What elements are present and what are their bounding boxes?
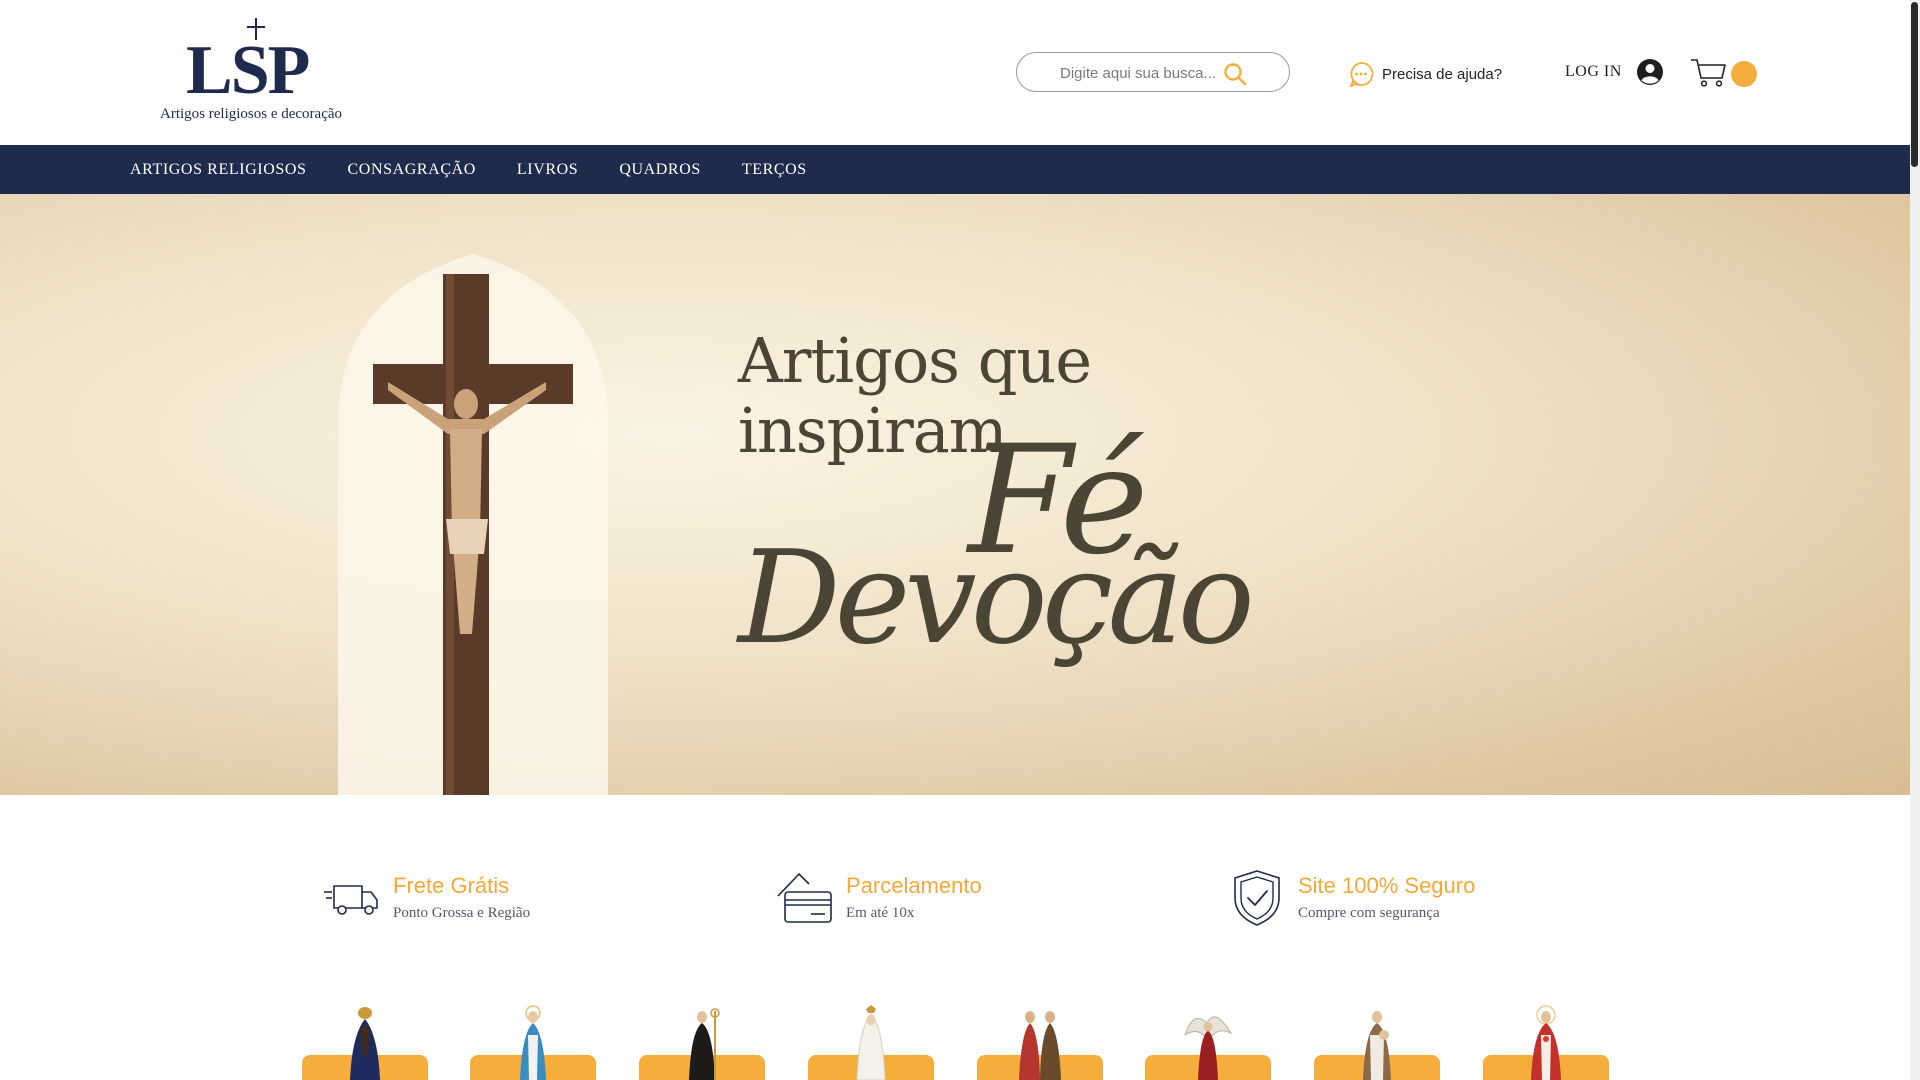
- user-avatar-icon: [1636, 59, 1663, 85]
- shopping-cart-icon: [1691, 59, 1726, 87]
- logo-tagline: Artigos religiosos e decoração: [160, 106, 343, 122]
- feature-title: Site 100% Seguro: [1298, 873, 1476, 898]
- category-tile[interactable]: [470, 1005, 596, 1080]
- help-label: Precisa de ajuda?: [1382, 65, 1503, 83]
- hero-line-1: Artigos que: [738, 324, 1092, 397]
- nav-item-livros[interactable]: LIVROS: [517, 161, 578, 179]
- hero-line-2: inspiram: [738, 394, 1007, 467]
- saint-statue-icon: [520, 1005, 546, 1080]
- saint-statue-icon: [1184, 1016, 1233, 1080]
- cart-count-badge: [1731, 61, 1757, 87]
- hero-headline: Artigos que inspiram Fé Devoção: [738, 324, 1258, 704]
- category-tile[interactable]: [302, 1005, 428, 1080]
- main-nav: ARTIGOS RELIGIOSOS CONSAGRAÇÃO LIVROS QU…: [0, 145, 1910, 194]
- truck-icon: [324, 885, 378, 915]
- nav-item-artigos-religiosos[interactable]: ARTIGOS RELIGIOSOS: [130, 161, 307, 179]
- category-tile[interactable]: [1483, 1005, 1609, 1080]
- login-button[interactable]: LOG IN: [1565, 58, 1664, 86]
- feature-title: Frete Grátis: [393, 873, 510, 898]
- page-scrollbar-thumb[interactable]: [1911, 2, 1918, 167]
- saint-statue-icon: [856, 1005, 886, 1080]
- chat-bubble-icon: [1349, 62, 1374, 87]
- category-tile[interactable]: [1145, 1005, 1271, 1080]
- saint-statue-icon: [689, 1008, 720, 1080]
- saint-statue-icon: [1531, 1005, 1561, 1080]
- search-icon[interactable]: [1222, 61, 1248, 87]
- credit-card-icon: [777, 873, 832, 923]
- category-strip: [302, 1005, 1612, 1080]
- crucifix-illustration: [338, 254, 608, 795]
- category-tile[interactable]: [977, 1005, 1103, 1080]
- category-tile[interactable]: [808, 1005, 934, 1080]
- nav-item-quadros[interactable]: QUADROS: [619, 161, 701, 179]
- hero-script-devocao: Devoção: [738, 524, 1255, 673]
- cart-button[interactable]: [1690, 58, 1760, 90]
- site-logo[interactable]: LSP Artigos religiosos e decoração: [158, 18, 342, 126]
- feature-subtitle: Em até 10x: [846, 905, 915, 921]
- logo-mark: LSP: [186, 32, 310, 109]
- search-input[interactable]: [1060, 62, 1230, 84]
- nav-item-consagracao[interactable]: CONSAGRAÇÃO: [348, 161, 476, 179]
- login-label: LOG IN: [1565, 63, 1622, 80]
- feature-subtitle: Ponto Grossa e Região: [393, 905, 531, 921]
- saint-statue-icon: [1019, 1011, 1061, 1080]
- hero-banner[interactable]: Artigos que inspiram Fé Devoção: [0, 194, 1910, 795]
- help-link[interactable]: Precisa de ajuda?: [1348, 60, 1502, 88]
- saint-statue-icon: [350, 1007, 380, 1080]
- search-box[interactable]: [1016, 52, 1290, 92]
- nav-item-tercos[interactable]: TERÇOS: [742, 161, 807, 179]
- category-tile[interactable]: [639, 1005, 765, 1080]
- category-tile[interactable]: [1314, 1005, 1440, 1080]
- site-header: LSP Artigos religiosos e decoração Preci…: [0, 0, 1910, 145]
- feature-subtitle: Compre com segurança: [1298, 905, 1440, 921]
- saint-statue-icon: [1363, 1011, 1391, 1080]
- feature-title: Parcelamento: [846, 873, 982, 898]
- shield-check-icon: [1234, 870, 1280, 926]
